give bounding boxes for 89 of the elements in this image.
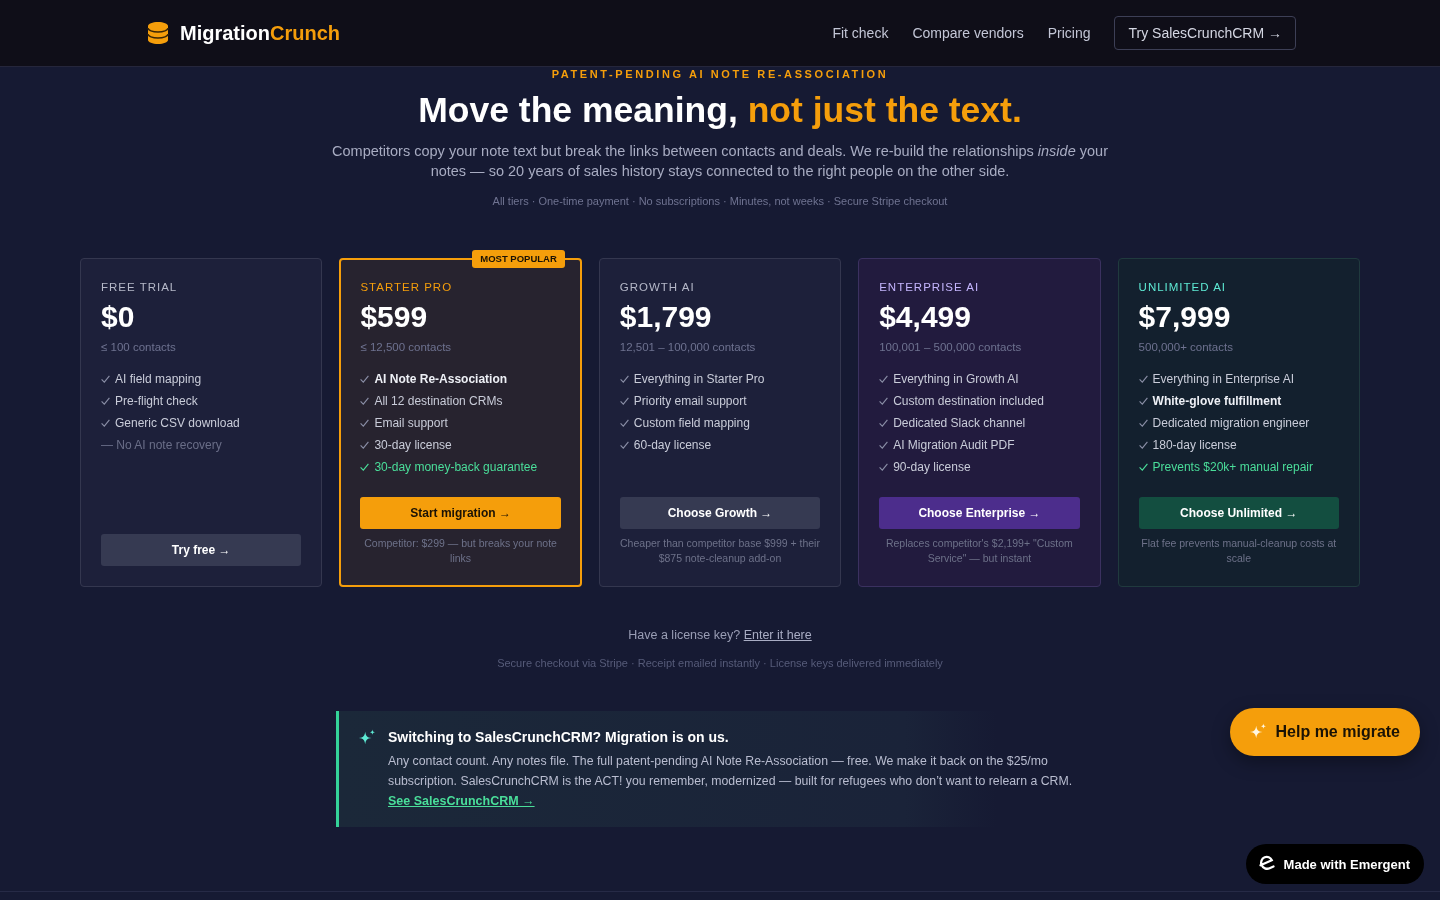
callout-link[interactable]: See SalesCrunchCRM → xyxy=(388,791,535,811)
feature-text: Email support xyxy=(374,415,448,432)
plan-contacts: ≤ 100 contacts xyxy=(101,340,177,355)
callout-text: Any contact count. Any notes file. The full patent-pending AI Note Re-Association — free. We make it back on the $25/mo subscription. SalesCrunchCRM is the ACT! you remember, modernized — built for refugees who don’t want to relearn a CRM. xyxy=(388,753,1074,790)
feature-text: 180-day license xyxy=(1152,437,1237,454)
database-icon xyxy=(147,21,169,45)
plan-button[interactable]: Choose Growth → xyxy=(619,497,821,529)
plan-name: FREE TRIAL xyxy=(101,280,179,295)
check-icon xyxy=(360,375,370,383)
check-icon xyxy=(1138,463,1148,471)
callout-title: Switching to SalesCrunchCRM? Migration is on us. xyxy=(388,728,730,747)
check-icon xyxy=(879,375,889,383)
check-icon xyxy=(360,463,370,471)
plan-price: $4,499 xyxy=(879,299,972,335)
feature-text: 90-day license xyxy=(893,459,971,476)
feature-text: AI field mapping xyxy=(115,371,202,388)
check-icon xyxy=(1138,441,1148,449)
feature-text: Custom destination included xyxy=(893,393,1044,410)
check-icon xyxy=(879,419,889,427)
check-icon xyxy=(619,419,629,427)
check-icon xyxy=(619,397,629,405)
feature-text: Everything in Starter Pro xyxy=(633,371,765,388)
feature-text: White-glove fulfillment xyxy=(1152,393,1282,410)
feature-text: Generic CSV download xyxy=(115,415,240,432)
hero-heading: Move the meaning, not just the text. xyxy=(417,89,1023,132)
plan-price: $0 xyxy=(101,299,136,335)
feature-text: Priority email support xyxy=(633,393,747,410)
feature-text: 30-day money-back guarantee xyxy=(374,459,538,476)
feature-text: 60-day license xyxy=(633,437,712,454)
made-with-badge[interactable]: Made with Emergent xyxy=(1245,844,1424,884)
check-icon xyxy=(619,375,629,383)
plan-footnote: Replaces competitor's $2,199+ "Custom Service" — but instant xyxy=(884,536,1074,566)
plan-price: $1,799 xyxy=(619,299,713,335)
feature-text: 30-day license xyxy=(374,437,452,454)
plan-name: ENTERPRISE AI xyxy=(879,280,981,295)
logo-text[interactable]: MigrationCrunch xyxy=(180,21,340,45)
plan-button[interactable]: Choose Enterprise → xyxy=(879,497,1080,529)
check-icon xyxy=(1138,375,1148,383)
nav-link[interactable]: Compare vendors xyxy=(912,25,1024,41)
check-icon xyxy=(360,419,370,427)
plan-button[interactable]: Try free → xyxy=(101,534,302,566)
check-icon xyxy=(879,463,889,471)
plan-footnote: Flat fee prevents manual-cleanup costs at scale xyxy=(1140,536,1338,566)
feature-text: Custom field mapping xyxy=(633,415,750,432)
feature-text: Everything in Enterprise AI xyxy=(1152,371,1294,388)
nav-link[interactable]: Fit check xyxy=(832,25,889,41)
plan-name: GROWTH AI xyxy=(619,280,696,295)
check-icon xyxy=(360,441,370,449)
check-icon xyxy=(1138,397,1148,405)
check-icon xyxy=(879,397,889,405)
check-icon xyxy=(101,397,110,405)
plan-name: STARTER PRO xyxy=(360,280,454,295)
popular-badge: MOST POPULAR xyxy=(472,250,565,268)
plan-button[interactable]: Choose Unlimited → xyxy=(1138,497,1339,529)
plan-contacts: 100,001 – 500,000 contacts xyxy=(879,340,1023,355)
plan-price: $599 xyxy=(360,299,429,335)
check-icon xyxy=(879,441,889,449)
plan-name: UNLIMITED AI xyxy=(1138,280,1227,295)
feature-text: All 12 destination CRMs xyxy=(374,393,503,410)
check-icon xyxy=(101,375,110,383)
plan-footnote: Cheaper than competitor base $999 + their $875 note-cleanup add-on xyxy=(619,536,821,566)
feature-text: Prevents $20k+ manual repair xyxy=(1152,459,1314,476)
feature-text: Dedicated migration engineer xyxy=(1152,415,1310,432)
check-icon xyxy=(1138,419,1148,427)
feature-text: Everything in Growth AI xyxy=(893,371,1019,388)
feature-text: AI Migration Audit PDF xyxy=(893,437,1015,454)
plan-footnote: Competitor: $299 — but breaks your note links xyxy=(363,536,558,566)
feature-text: Dedicated Slack channel xyxy=(893,415,1026,432)
hero-subtitle: Competitors copy your note text but break the links between contacts and deals. We re-build the relationships inside your notes — so 20 years of sales history stays connected to the right people on the other side. xyxy=(331,142,1109,181)
license-link[interactable]: Enter it here xyxy=(743,628,812,642)
try-crm-button[interactable]: Try SalesCrunchCRM → xyxy=(1114,16,1296,50)
help-button[interactable]: Help me migrate xyxy=(1229,708,1420,756)
check-icon xyxy=(101,419,110,427)
facts-text: All tiers · One-time payment · No subscriptions · Minutes, not weeks · Secure Stripe checkout xyxy=(491,194,949,209)
plan-contacts: ≤ 12,500 contacts xyxy=(360,340,453,355)
plan-contacts: 12,501 – 100,000 contacts xyxy=(619,340,757,355)
feature-text: Pre-flight check xyxy=(115,393,198,410)
check-icon xyxy=(619,441,629,449)
check-icon xyxy=(360,397,370,405)
feature-text: AI Note Re-Association xyxy=(374,371,508,388)
checkout-note: Secure checkout via Stripe · Receipt emailed instantly · License keys delivered immediately xyxy=(496,656,944,671)
feature-text: — No AI note recovery xyxy=(101,437,222,454)
eyebrow-text: PATENT-PENDING AI NOTE RE-ASSOCIATION xyxy=(550,67,890,81)
plan-contacts: 500,000+ contacts xyxy=(1138,340,1234,355)
license-text: Have a license key? Enter it here xyxy=(627,627,813,644)
plan-button[interactable]: Start migration → xyxy=(360,497,561,529)
plan-price: $7,999 xyxy=(1138,299,1232,335)
logo-icon xyxy=(1257,855,1276,873)
nav-link[interactable]: Pricing xyxy=(1047,25,1091,41)
